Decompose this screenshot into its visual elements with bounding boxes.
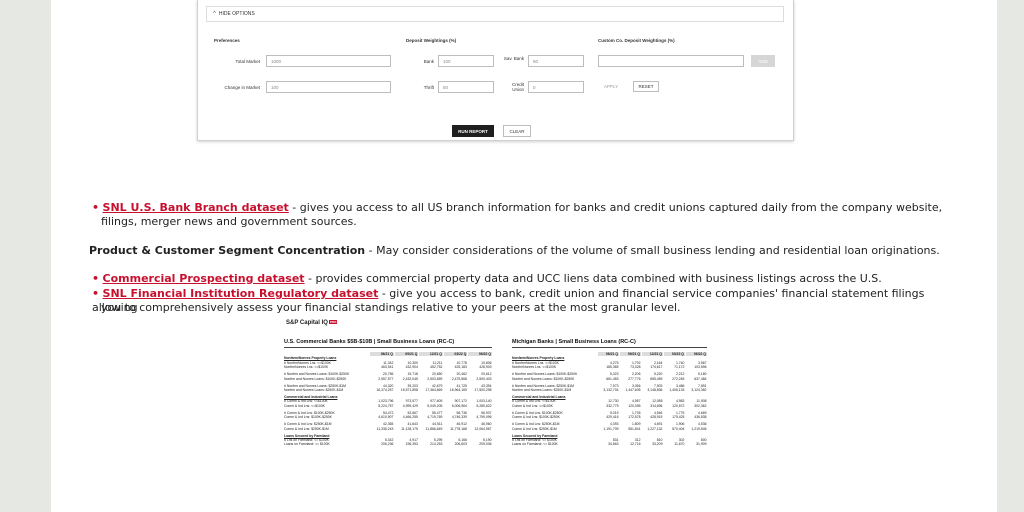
bank-label: Bank — [423, 59, 434, 64]
logo-text: S&P Capital IQ — [286, 320, 328, 326]
value-cell: 206,603 — [454, 442, 467, 447]
left-report-table: 06/21 Q 09/21 Q 12/21 Q 03/22 Q 06/22 Q Nonfa… — [283, 352, 493, 447]
run-report-button[interactable]: RUN REPORT — [452, 125, 494, 137]
product-segment-heading: Product & Customer Segment Concentration — [89, 244, 366, 257]
bullet2-text: - provides commercial property data and … — [304, 272, 882, 285]
value-cell: 206,236 — [381, 442, 394, 447]
commercial-prospecting-link[interactable]: Commercial Prospecting dataset — [103, 272, 305, 285]
right-report-title: Michigan Banks | Small Business Loans (R… — [512, 339, 636, 345]
add-button[interactable]: ADD — [751, 55, 775, 67]
total-market-label: Total Market — [235, 59, 260, 64]
credit-union-value: 0 — [533, 84, 536, 90]
value-cell: 196,393 — [405, 442, 418, 447]
preferences-heading: Preferences — [214, 38, 240, 43]
custom-weightings-heading: Custom Co. Deposit Weightings (%) — [598, 38, 675, 43]
bullet1-continuation: filings, merger news and government sour… — [101, 215, 357, 228]
thrift-label: Thrift — [423, 85, 434, 90]
table-row: Comm & Ind Lns: $100K-$250K 4,610,907 4,46… — [283, 415, 493, 419]
table-row: NonfrmNonres Lns. <=$100K 463,941 432,904 4… — [283, 365, 493, 369]
clear-button[interactable]: CLEAR — [503, 125, 531, 137]
bullet-marker: • — [92, 272, 100, 285]
options-toggle[interactable]: ^ HIDE OPTIONS — [206, 6, 784, 22]
table-row: # Nonfrm and Nonres Loans: $100K-$250K 20… — [283, 372, 493, 376]
table-row: Comm & Ind Lns: <=$100K 5,224,757 4,999,42… — [283, 404, 493, 408]
table-row: Comm & Ind Lns: $100K-$250K 429,416 172,57… — [511, 415, 708, 419]
report-screenshot: S&P Capital IQ PRO U.S. Commercial Banks … — [281, 316, 710, 496]
value-cell: 11,670 — [674, 442, 685, 447]
value-cell: 12,716 — [630, 442, 641, 447]
left-title-rule — [284, 347, 492, 348]
custom-weighting-input[interactable] — [598, 55, 744, 67]
row-label: Loans on Farmland: <= $100K — [512, 442, 558, 447]
thrift-input[interactable]: 50 — [438, 81, 494, 93]
apply-button[interactable]: APPLY — [598, 81, 624, 92]
options-toggle-label: HIDE OPTIONS — [218, 11, 255, 17]
table-row: Comm & Ind Lns: $250K-$1M 1,191,709 551,84… — [511, 427, 708, 431]
deposit-weightings-heading: Deposit Weightings (%) — [406, 38, 457, 43]
reset-button[interactable]: RESET — [633, 81, 659, 92]
product-segment-text: - May consider considerations of the vol… — [365, 244, 940, 257]
bullet-bank-branch: • SNL U.S. Bank Branch dataset - gives y… — [92, 201, 972, 215]
table-row: # Comm & Ind Lns: $250K-$1M 4,393 1,809 4,6… — [511, 422, 708, 426]
regulatory-dataset-link[interactable]: SNL Financial Institution Regulatory dat… — [103, 287, 379, 300]
table-row: Comm & Ind Lns: $250K-$1M 11,335,243 11,12… — [283, 427, 493, 431]
bullet1-text: - gives you access to all US branch info… — [288, 201, 943, 214]
chevron-up-icon: ^ — [213, 11, 216, 17]
product-segment-paragraph: Product & Customer Segment Concentration… — [89, 244, 969, 258]
table-row: Nonfrm and Nonres Loans: $250K-$1M 3,132,… — [511, 388, 708, 392]
savings-bank-input[interactable]: 50 — [528, 55, 584, 67]
credit-union-label: Credit Union — [511, 82, 524, 92]
table-row: # Nonfrm and Nonres Loans: $100K-$250K 5,… — [511, 372, 708, 376]
credit-union-input[interactable]: 0 — [528, 81, 584, 93]
left-report-title: U.S. Commercial Banks $5B-$10B | Small B… — [284, 339, 455, 345]
row-label: Loans on Farmland: <= $100K — [284, 442, 330, 447]
table-row: Nonfrm and Nonres Loans: $100K-$250K 661,… — [511, 377, 708, 381]
right-report-table: 06/21 Q 09/21 Q 12/21 Q 03/22 Q 06/22 Q Nonfa… — [511, 352, 709, 447]
value-cell: 34,663 — [608, 442, 619, 447]
table-row: Loans on Farmland: <= $100K 34,663 12,716 3… — [511, 442, 708, 446]
table-row: Nonfrm and Nonres Loans: $100K-$250K 2,55… — [283, 377, 493, 381]
table-row: # Comm & Ind Lns: $250K-$1M 42,365 41,643 4… — [283, 422, 493, 426]
bullet3-continuation: you to comprehensively assess your finan… — [101, 301, 681, 314]
savings-bank-label: Sav. Bank — [503, 56, 524, 61]
right-title-rule — [512, 347, 707, 348]
table-row: NonfrmNonres Lns. <=$100K 185,365 73,328 17… — [511, 365, 708, 369]
value-cell: 33,209 — [652, 442, 663, 447]
total-market-input[interactable]: 1000 — [266, 55, 391, 67]
value-cell: 209,036 — [479, 442, 492, 447]
table-row: Nonfrm and Nonres Loans: $250K-$1M 16,374… — [283, 388, 493, 392]
logo-badge: PRO — [328, 320, 338, 324]
bullet-commercial-prospecting: • Commercial Prospecting dataset - provi… — [92, 272, 972, 286]
value-cell: 214,253 — [430, 442, 443, 447]
bullet-marker: • — [92, 287, 100, 300]
table-row: Loans on Farmland: <= $100K 206,236 196,39… — [283, 442, 493, 446]
bank-branch-dataset-link[interactable]: SNL U.S. Bank Branch dataset — [103, 201, 289, 214]
change-in-market-label: Change in Market — [224, 85, 260, 90]
sp-capital-iq-logo: S&P Capital IQ PRO — [286, 320, 338, 326]
change-in-market-input[interactable]: 100 — [266, 81, 391, 93]
table-row: Comm & Ind Lns: <=$100K 332,779 120,395 314… — [511, 404, 708, 408]
value-cell: 31,909 — [696, 442, 707, 447]
bank-input[interactable]: 100 — [438, 55, 494, 67]
options-panel-screenshot: ^ HIDE OPTIONS Preferences Deposit Weigh… — [197, 0, 794, 141]
bullet-marker: • — [92, 201, 100, 214]
